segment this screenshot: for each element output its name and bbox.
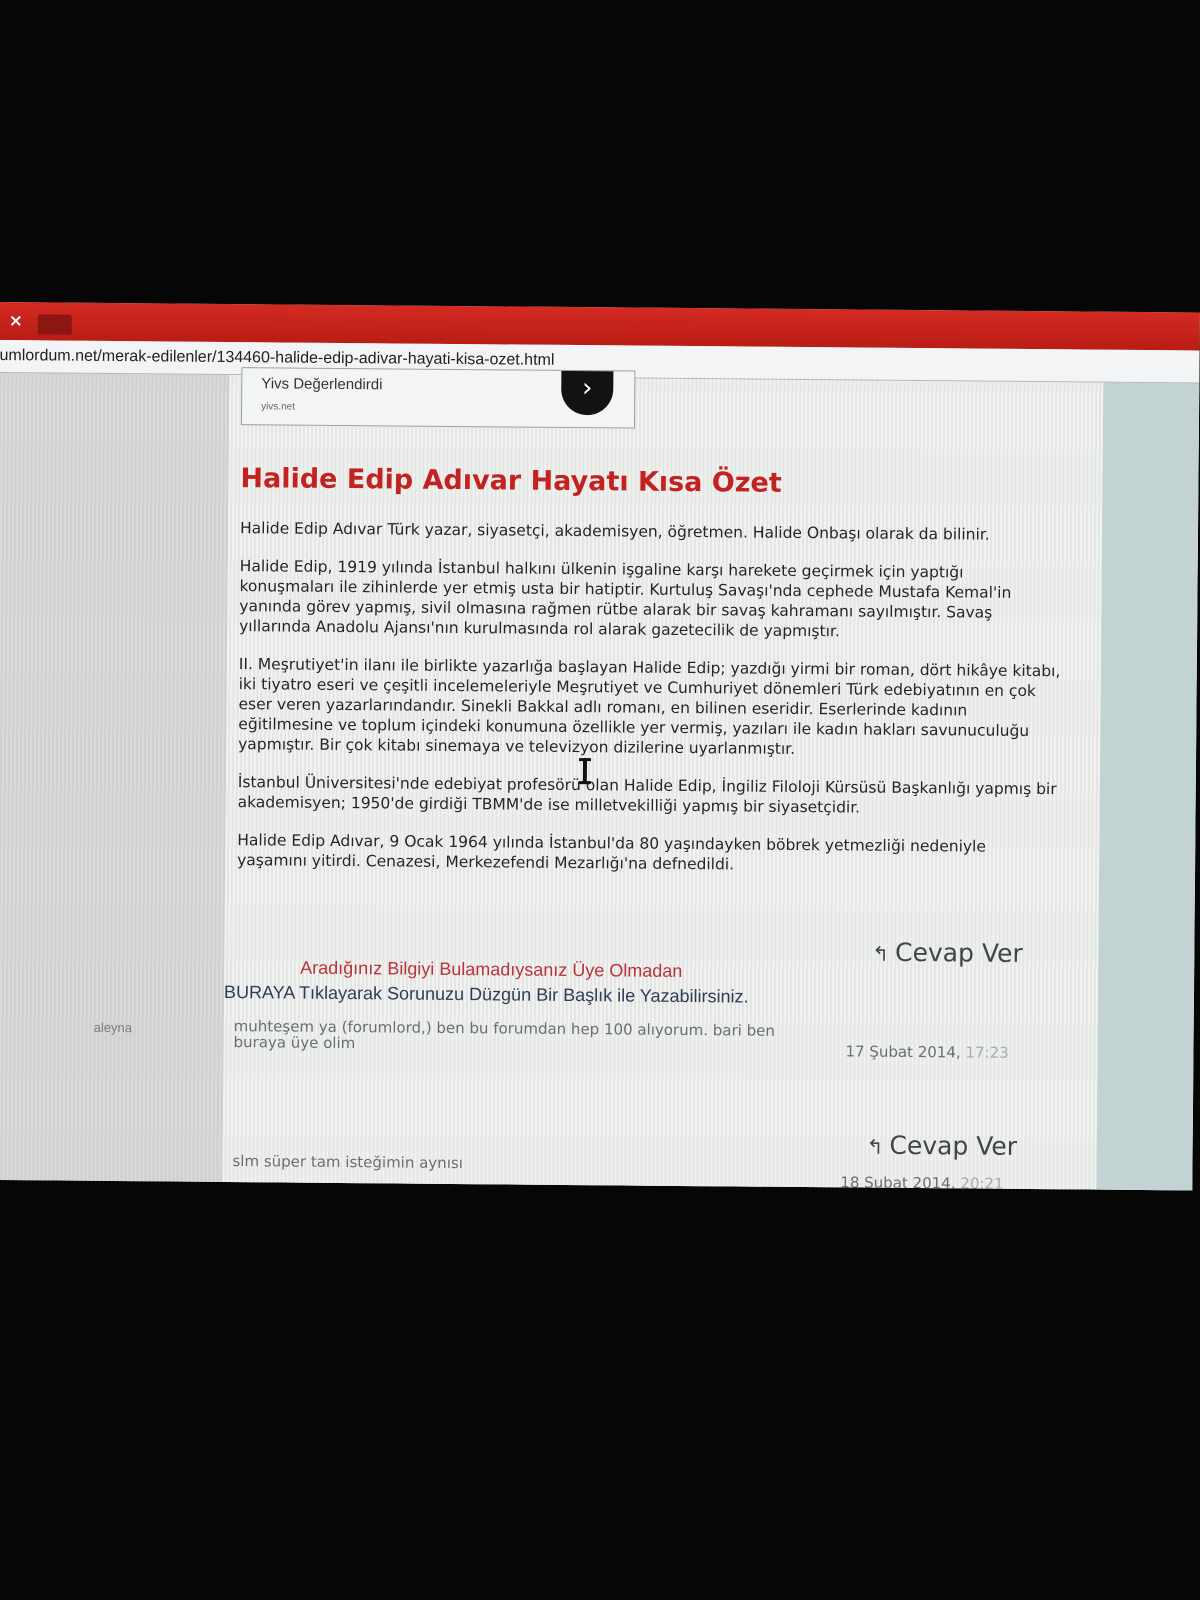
article-paragraph: Halide Edip Adıvar Türk yazar, siyasetçi… bbox=[239, 519, 990, 544]
post-time: 17:23 bbox=[965, 1043, 1009, 1062]
post-text: muhteşem ya (forumlord,) ben bu forumdan… bbox=[233, 1017, 775, 1053]
notice-link[interactable]: BURAYA Tıklayarak Sorunuzu Düzgün Bir Ba… bbox=[224, 982, 749, 1008]
article-body: Halide Edip Adıvar Türk yazar, siyasetçi… bbox=[237, 518, 1062, 895]
post-time: 20:21 bbox=[960, 1174, 1004, 1191]
right-sidebar bbox=[1096, 382, 1200, 1191]
ad-title[interactable]: Yivs Değerlendirdi bbox=[261, 375, 382, 393]
main-content: Yivs Değerlendirdi yivs.net › Halide Edi… bbox=[94, 367, 1104, 1191]
article-paragraph: İstanbul Üniversitesi'nde edebiyat profe… bbox=[237, 773, 1057, 817]
post-text: slm süper tam isteğimin aynısı bbox=[232, 1152, 463, 1173]
article-title: Halide Edip Adıvar Hayatı Kısa Özet bbox=[240, 463, 782, 499]
article-paragraph: Halide Edip, 1919 yılında İstanbul halkı… bbox=[239, 557, 1012, 641]
text-cursor-icon bbox=[582, 758, 588, 785]
notice-text: Aradığınız Bilgiyi Bulamadıysanız Üye Ol… bbox=[300, 957, 683, 981]
article-paragraph: II. Meşrutiyet'in ilanı ile birlikte yaz… bbox=[238, 655, 1061, 758]
browser-tab[interactable] bbox=[37, 314, 72, 335]
post-author[interactable]: aleyna bbox=[94, 1020, 132, 1035]
post-date-day: 18 Şubat 2014, bbox=[840, 1173, 956, 1191]
url-text[interactable]: umlordum.net/merak-edilenler/134460-hali… bbox=[0, 347, 555, 370]
reply-label: Cevap Ver bbox=[894, 937, 1023, 968]
tab-close-button[interactable]: × bbox=[6, 310, 26, 332]
reply-button[interactable]: ↰ Cevap Ver bbox=[867, 1131, 1018, 1161]
post-date-day: 17 Şubat 2014, bbox=[845, 1042, 961, 1062]
reply-label: Cevap Ver bbox=[889, 1130, 1018, 1161]
ad-banner[interactable]: Yivs Değerlendirdi yivs.net › bbox=[240, 367, 636, 429]
reply-button[interactable]: ↰ Cevap Ver bbox=[872, 938, 1023, 968]
ad-domain: yivs.net bbox=[261, 401, 296, 413]
post-date: 18 Şubat 2014, 20:21 bbox=[840, 1173, 1003, 1190]
post-date: 17 Şubat 2014, 17:23 bbox=[845, 1042, 1008, 1061]
reply-arrow-icon: ↰ bbox=[866, 1134, 884, 1159]
page-viewport: Yivs Değerlendirdi yivs.net › Halide Edi… bbox=[0, 367, 1200, 1191]
browser-window: × umlordum.net/merak-edilenler/134460-ha… bbox=[0, 302, 1200, 1191]
ad-arrow-icon[interactable]: › bbox=[561, 370, 614, 416]
article-paragraph: Halide Edip Adıvar, 9 Ocak 1964 yılında … bbox=[237, 831, 987, 874]
reply-arrow-icon: ↰ bbox=[872, 941, 890, 966]
